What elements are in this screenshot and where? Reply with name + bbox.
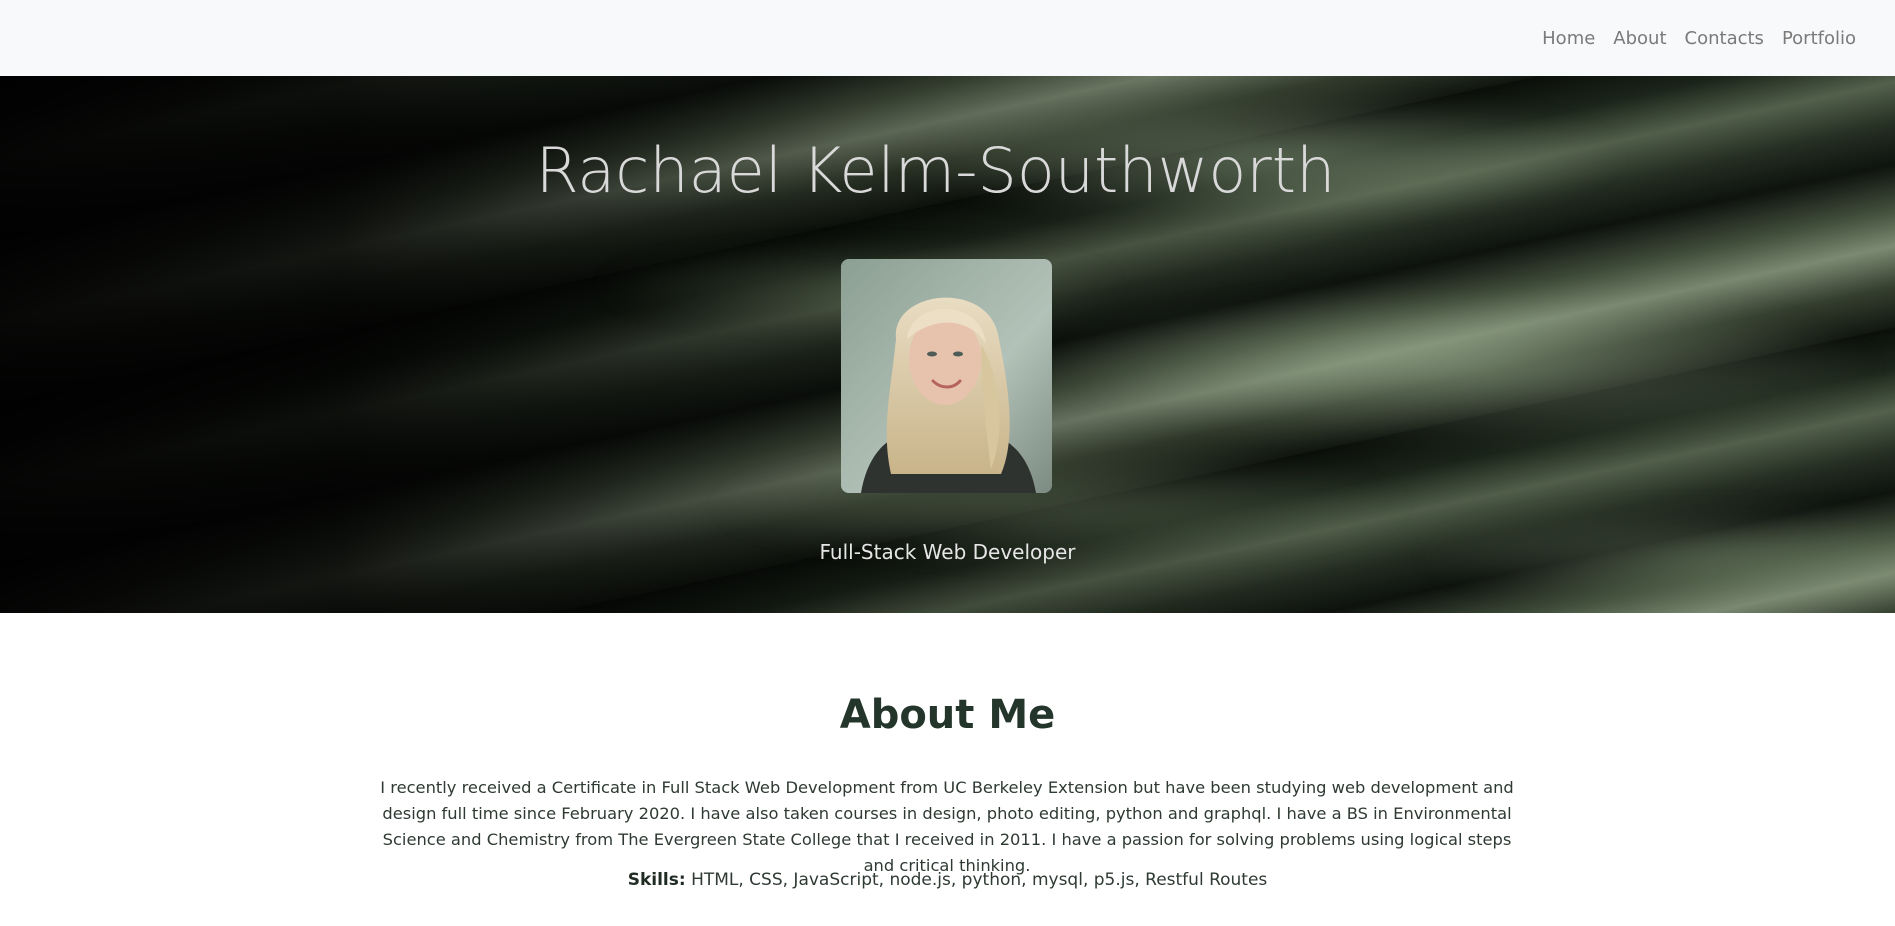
hero-banner: Rachael Kelm-Southworth Full-Stack Web D… xyxy=(0,76,1895,613)
hero-name: Rachael Kelm-Southworth xyxy=(535,134,1336,207)
about-title: About Me xyxy=(839,692,1056,738)
navbar: Home About Contacts Portfolio xyxy=(0,0,1895,76)
nav-link-about[interactable]: About xyxy=(1613,28,1666,49)
nav-link-home[interactable]: Home xyxy=(1542,28,1595,49)
nav-link-contacts[interactable]: Contacts xyxy=(1685,28,1764,49)
skills-line: Skills: HTML, CSS, JavaScript, node.js, … xyxy=(0,870,1895,890)
profile-photo xyxy=(841,259,1052,493)
about-paragraph: I recently received a Certificate in Ful… xyxy=(380,778,1514,875)
skills-label: Skills: xyxy=(627,870,686,890)
hero-role: Full-Stack Web Developer xyxy=(819,540,1076,564)
nav-link-portfolio[interactable]: Portfolio xyxy=(1782,28,1856,49)
skills-value: HTML, CSS, JavaScript, node.js, python, … xyxy=(691,870,1268,890)
